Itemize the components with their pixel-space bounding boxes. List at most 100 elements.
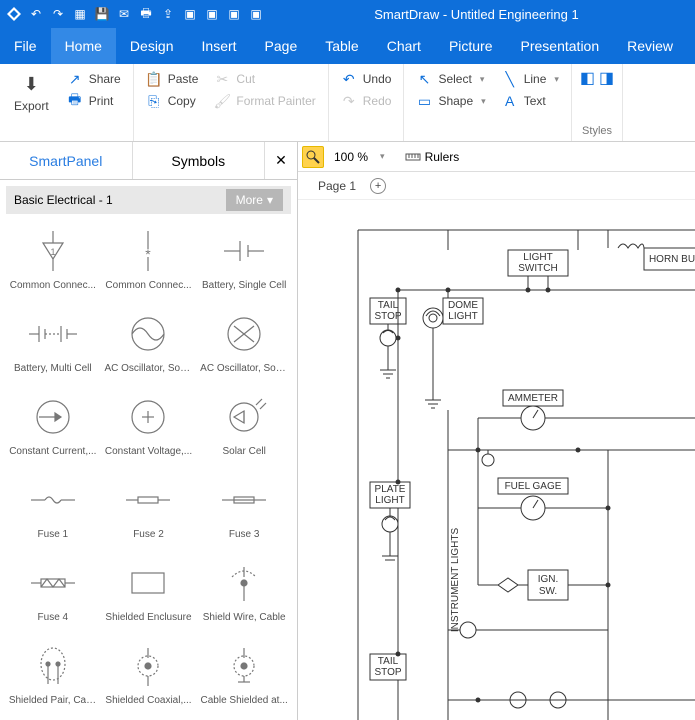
styles-label: Styles [580,125,614,137]
share-button[interactable]: ↗Share [63,68,125,90]
menu-file[interactable]: File [0,28,51,64]
print-button[interactable]: 🖶Print [63,90,125,112]
format-painter-button[interactable]: 🖌 Format Painter [210,90,319,112]
menu-design[interactable]: Design [116,28,188,64]
symbol-label: Fuse 4 [38,612,69,623]
symbol-item[interactable]: AC Oscillator, Sou... [102,305,196,386]
menu-table[interactable]: Table [311,28,372,64]
text-button[interactable]: AText [498,90,563,112]
more-button[interactable]: More▾ [226,189,283,211]
symbol-item[interactable]: Fuse 4 [6,554,100,635]
cut-button[interactable]: ✂Cut [210,68,319,90]
svg-text:AMMETER: AMMETER [508,393,558,404]
symbol-label: Common Connec... [105,280,191,291]
zoom-tool-button[interactable] [302,146,324,168]
menu-presentation[interactable]: Presentation [507,28,614,64]
close-panel-button[interactable]: ✕ [265,142,297,179]
menu-chart[interactable]: Chart [373,28,435,64]
undo-icon: ↶ [341,71,357,87]
share-label: Share [89,72,121,86]
word-icon[interactable]: ▣ [204,6,220,22]
symbol-grid: 1Common Connec... *Common Connec... Batt… [0,220,297,720]
brush-icon: 🖌 [214,93,230,109]
ppt-icon[interactable]: ▣ [248,6,264,22]
menu-support[interactable]: Support [687,28,695,64]
save-icon[interactable]: 💾 [94,6,110,22]
select-button[interactable]: ↖Select▾ [412,68,489,90]
redo-button[interactable]: ↷Redo [337,90,396,112]
print-icon[interactable]: 🖶 [138,6,154,22]
symbol-item[interactable]: *Common Connec... [102,222,196,303]
symbol-label: Constant Voltage,... [105,446,192,457]
symbol-label: Battery, Single Cell [202,280,286,291]
redo-icon[interactable]: ↷ [50,6,66,22]
mail-icon[interactable]: ✉ [116,6,132,22]
symbol-item[interactable]: Shield Wire, Cable [197,554,291,635]
symbol-item[interactable]: Battery, Single Cell [197,222,291,303]
drawing-canvas[interactable]: LIGHT SWITCH HORN BU TAIL STOP [298,200,695,720]
svg-text:1: 1 [50,247,55,257]
print-icon: 🖶 [67,93,83,109]
symbol-item[interactable]: 1Common Connec... [6,222,100,303]
line-label: Line [524,72,547,86]
new-icon[interactable]: ▦ [72,6,88,22]
tab-smartpanel[interactable]: SmartPanel [0,142,133,179]
symbol-item[interactable]: Shielded Enclusure [102,554,196,635]
menu-home[interactable]: Home [51,28,116,64]
pdf-icon[interactable]: ▣ [182,6,198,22]
paste-label: Paste [168,72,199,86]
symbol-item[interactable]: AC Oscillator, Sou... [197,305,291,386]
zoom-value[interactable]: 100 % [334,150,368,164]
window-title: SmartDraw - Untitled Engineering 1 [264,7,689,22]
rulers-label: Rulers [425,150,460,164]
export-icon[interactable]: ⇪ [160,6,176,22]
undo-button[interactable]: ↶ Undo [337,68,396,90]
ribbon: ⬇ Export ↗Share 🖶Print 📋Paste ⎘Copy ✂Cut… [0,64,695,142]
canvas-toolbar: 100 % ▾ Rulers [298,142,695,172]
symbol-item[interactable]: Shielded Coaxial,... [102,637,196,718]
tab-symbols[interactable]: Symbols [133,142,266,179]
export-button[interactable]: ⬇ Export [8,68,55,117]
select-label: Select [438,72,471,86]
symbol-item[interactable]: Solar Cell [197,388,291,469]
line-button[interactable]: ╲Line▾ [498,68,563,90]
rulers-toggle[interactable]: Rulers [405,150,460,164]
symbol-item[interactable]: Fuse 2 [102,471,196,552]
page-tab[interactable]: Page 1 [318,179,356,193]
library-name: Basic Electrical - 1 [14,193,113,207]
sidepanel: SmartPanel Symbols ✕ Basic Electrical - … [0,142,298,720]
magnifier-icon [306,150,320,164]
menu-review[interactable]: Review [613,28,687,64]
menu-page[interactable]: Page [251,28,312,64]
symbol-item[interactable]: Fuse 1 [6,471,100,552]
excel-icon[interactable]: ▣ [226,6,242,22]
fp-label: Format Painter [236,94,315,108]
symbol-item[interactable]: Constant Current,... [6,388,100,469]
chevron-down-icon: ▾ [554,74,559,85]
paste-button[interactable]: 📋Paste [142,68,203,90]
shape-button[interactable]: ▭Shape▾ [412,90,489,112]
style2-icon[interactable]: ◨ [599,68,614,88]
undo-icon[interactable]: ↶ [28,6,44,22]
ribbon-group-history: ↶ Undo ↷Redo [329,64,405,141]
export-label: Export [14,99,49,113]
menu-insert[interactable]: Insert [188,28,251,64]
sidepanel-tabs: SmartPanel Symbols ✕ [0,142,297,180]
text-icon: A [502,93,518,109]
symbol-item[interactable]: Cable Shielded at... [197,637,291,718]
style1-icon[interactable]: ◧ [580,68,595,88]
symbol-item[interactable]: Constant Voltage,... [102,388,196,469]
svg-text:SW.: SW. [539,586,557,597]
symbol-item[interactable]: Fuse 3 [197,471,291,552]
rulers-icon [405,150,421,164]
undo-label: Undo [363,72,392,86]
download-icon: ⬇ [19,72,43,96]
symbol-item[interactable]: Battery, Multi Cell [6,305,100,386]
symbol-item[interactable]: Shielded Pair, Cable [6,637,100,718]
cursor-icon: ↖ [416,71,432,87]
menu-picture[interactable]: Picture [435,28,507,64]
add-page-button[interactable]: + [370,178,386,194]
ribbon-group-clipboard: 📋Paste ⎘Copy ✂Cut 🖌 Format Painter [134,64,329,141]
chevron-down-icon[interactable]: ▾ [380,151,385,162]
copy-button[interactable]: ⎘Copy [142,90,203,112]
